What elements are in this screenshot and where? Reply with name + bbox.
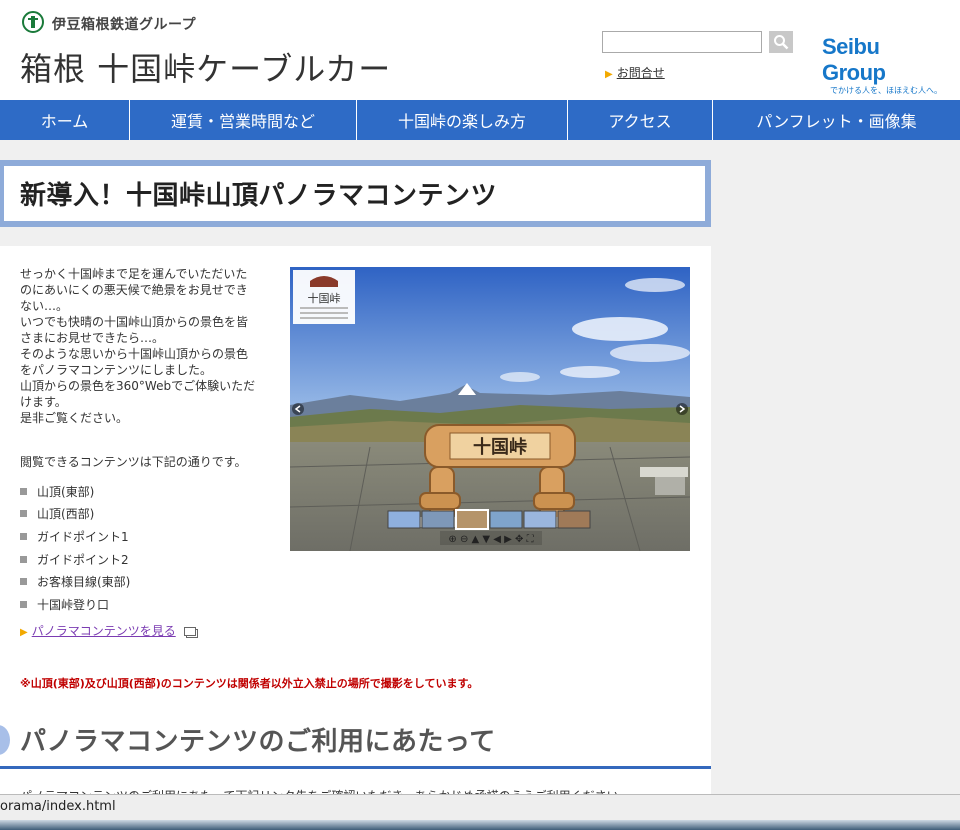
intro-line: 是非ご覧ください。: [20, 411, 129, 425]
page-title-inner: 新導入！十国峠山頂パノラマコンテンツ: [4, 166, 705, 221]
list-item-label: お客様目線(東部): [37, 575, 131, 590]
intro-line: のにあいにくの悪天候で絶景をお見せでき: [20, 283, 248, 297]
list-item: お客様目線(東部): [20, 570, 130, 593]
intro-line: 山頂からの景色を360°Webでご体験いただ: [20, 379, 256, 393]
search-input[interactable]: [602, 31, 762, 53]
brand-logo-icon[interactable]: [22, 11, 44, 33]
list-item-label: 十国峠登り口: [37, 597, 110, 612]
intro-line: いつでも快晴の十国峠山頂からの景色を皆: [20, 315, 249, 329]
intro-text: せっかく十国峠まで足を運んでいただいた のにあいにくの悪天候で絶景をお見せでき …: [20, 266, 260, 426]
panorama-image: 十国峠 十国峠 ⊕ ⊖ ▲ ▼ ◀ ▶ ✥ ⛶: [290, 267, 690, 551]
page-title: 新導入！十国峠山頂パノラマコンテンツ: [20, 181, 498, 211]
intro-line: せっかく十国峠まで足を運んでいただいた: [20, 267, 248, 281]
seibu-group-logo[interactable]: Seibu Group でかける人を、ほほえむ人へ。: [822, 34, 948, 96]
section-heading: パノラマコンテンツのご利用にあたって: [20, 727, 496, 757]
list-item: 十国峠登り口: [20, 593, 130, 616]
content-card: せっかく十国峠まで足を運んでいただいた のにあいにくの悪天候で絶景をお見せでき …: [0, 246, 711, 806]
list-item-label: ガイドポイント1: [37, 529, 129, 544]
section-bullet-icon: [0, 725, 10, 755]
intro-line: さまにお見せできたら…。: [20, 331, 165, 345]
section-divider: [0, 766, 711, 769]
pano-thumbnail[interactable]: [557, 510, 591, 529]
square-bullet-icon: [20, 555, 27, 563]
brand-text: 伊豆箱根鉄道グループ: [52, 17, 197, 33]
panorama-link[interactable]: パノラマコンテンツを見る: [32, 624, 176, 638]
nav-item-pamphlet[interactable]: パンフレット・画像集: [713, 100, 960, 140]
list-item: 山頂(東部): [20, 480, 130, 503]
site-header: 伊豆箱根鉄道グループ 箱根 十国峠ケーブルカー ▶ お問合せ Seibu Grou…: [0, 0, 960, 100]
pano-thumbnail[interactable]: [387, 510, 421, 529]
panorama-link-row: ▶ パノラマコンテンツを見る: [20, 622, 196, 639]
list-lead: 閲覧できるコンテンツは下記の通りです。: [20, 455, 247, 469]
intro-line: ない…。: [20, 299, 69, 313]
square-bullet-icon: [20, 510, 27, 518]
sign-text: 十国峠: [473, 436, 527, 458]
partner-tagline: でかける人を、ほほえむ人へ。: [830, 86, 942, 95]
contact-link[interactable]: お問合せ: [617, 66, 665, 80]
site-title[interactable]: 箱根 十国峠ケーブルカー: [20, 44, 391, 90]
nav-item-access[interactable]: アクセス: [568, 100, 713, 140]
nav-item-home[interactable]: ホーム: [0, 100, 130, 140]
pano-thumbnail[interactable]: [421, 510, 455, 529]
logo-title: 十国峠: [308, 291, 341, 305]
arrow-right-icon: ▶: [605, 69, 613, 80]
list-item: ガイドポイント1: [20, 525, 130, 548]
square-bullet-icon: [20, 532, 27, 540]
arrow-right-icon: ▶: [20, 627, 28, 638]
nav-item-fares-hours[interactable]: 運賃・営業時間など: [130, 100, 357, 140]
pano-thumbnail[interactable]: [489, 510, 523, 529]
new-window-icon: [183, 627, 196, 636]
search-icon: [774, 35, 789, 50]
page-title-box: 新導入！十国峠山頂パノラマコンテンツ: [0, 160, 711, 227]
list-item: 山頂(西部): [20, 503, 130, 526]
pano-prev-icon[interactable]: [292, 403, 304, 415]
taskbar-strip: [0, 820, 960, 830]
nav-item-enjoy[interactable]: 十国峠の楽しみ方: [357, 100, 568, 140]
panorama-viewer[interactable]: 十国峠 十国峠 ⊕ ⊖ ▲ ▼ ◀ ▶ ✥ ⛶: [290, 267, 690, 551]
content-list: 山頂(東部) 山頂(西部) ガイドポイント1 ガイドポイント2 お客様目線(東部…: [20, 480, 130, 616]
notice-text: ※山頂(東部)及び山頂(西部)のコンテンツは関係者以外立入禁止の場所で撮影をして…: [20, 677, 479, 690]
partner-name: Seibu Group: [822, 34, 886, 85]
intro-line: をパノラマコンテンツにしました。: [20, 363, 213, 377]
main-nav: ホーム 運賃・営業時間など 十国峠の楽しみ方 アクセス パンフレット・画像集: [0, 100, 960, 140]
pano-thumbnail[interactable]: [455, 509, 489, 530]
intro-line: けます。: [20, 395, 67, 409]
pano-thumbnail[interactable]: [523, 510, 557, 529]
list-item-label: 山頂(東部): [37, 484, 95, 499]
search-button[interactable]: [769, 31, 793, 53]
svg-text:⊕ ⊖ ▲ ▼ ◀ ▶ ✥ ⛶: ⊕ ⊖ ▲ ▼ ◀ ▶ ✥ ⛶: [448, 534, 534, 545]
square-bullet-icon: [20, 578, 27, 586]
list-item-label: ガイドポイント2: [37, 552, 129, 567]
browser-status-bar: orama/index.html: [0, 794, 960, 820]
square-bullet-icon: [20, 600, 27, 608]
list-item: ガイドポイント2: [20, 548, 130, 571]
status-url: orama/index.html: [0, 799, 116, 814]
pano-next-icon[interactable]: [676, 403, 688, 415]
list-item-label: 山頂(西部): [37, 507, 95, 522]
intro-line: そのような思いから十国峠山頂からの景色: [20, 347, 249, 361]
contact-link-row: ▶ お問合せ: [605, 64, 665, 81]
square-bullet-icon: [20, 487, 27, 495]
